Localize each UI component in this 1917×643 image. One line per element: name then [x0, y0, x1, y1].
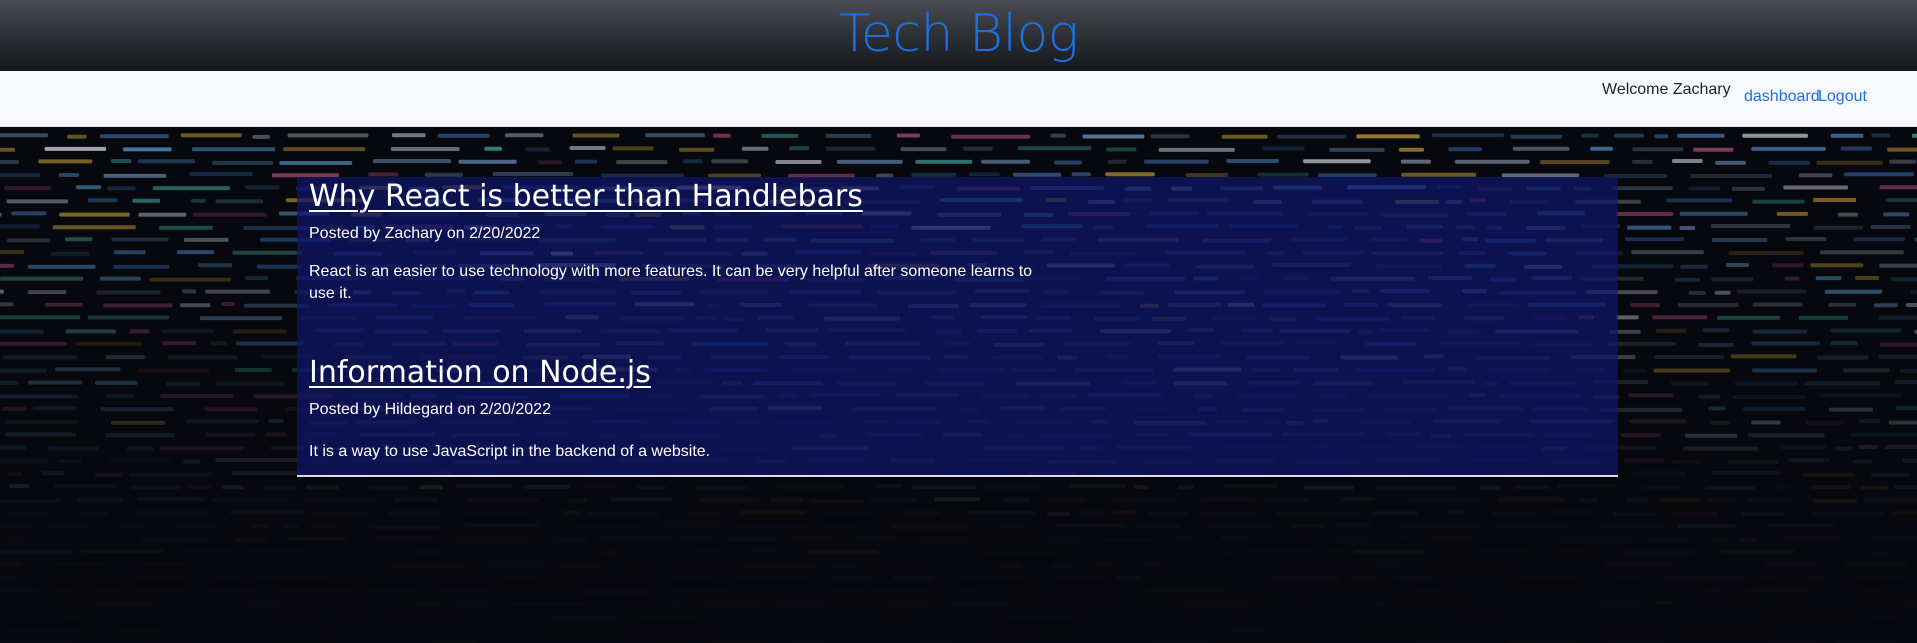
- site-title: Tech Blog: [838, 4, 1079, 64]
- post-on-label: on: [457, 401, 476, 418]
- code-background-hero: Why React is better than Handlebars Post…: [0, 127, 1917, 643]
- post-author: Hildegard: [384, 401, 454, 418]
- post-date: 2/20/2022: [479, 401, 551, 418]
- welcome-message: Welcome Zachary: [1602, 81, 1731, 98]
- post-title-link[interactable]: Why React is better than Handlebars: [309, 177, 863, 217]
- post-card: Information on Node.js Posted by Hildega…: [309, 353, 1359, 479]
- posted-by-label: Posted by: [309, 401, 381, 418]
- dashboard-link[interactable]: dashboard: [1744, 88, 1820, 106]
- post-body: React is an easier to use technology wit…: [309, 263, 1033, 302]
- posted-by-label: Posted by: [309, 225, 381, 242]
- post-body: It is a way to use JavaScript in the bac…: [309, 443, 711, 460]
- post-on-label: on: [446, 225, 465, 242]
- post-card: Why React is better than Handlebars Post…: [309, 177, 1359, 321]
- post-meta: Posted by Hildegard on 2/20/2022: [309, 399, 1359, 421]
- navbar: Welcome Zachary dashboard Logout: [0, 71, 1917, 127]
- post-meta: Posted by Zachary on 2/20/2022: [309, 223, 1359, 245]
- posts-list: Why React is better than Handlebars Post…: [297, 177, 1618, 477]
- post-date: 2/20/2022: [469, 225, 541, 242]
- logout-link[interactable]: Logout: [1818, 88, 1867, 106]
- post-author: Zachary: [384, 225, 443, 242]
- post-title-link[interactable]: Information on Node.js: [309, 353, 651, 393]
- site-header: Tech Blog: [0, 0, 1917, 71]
